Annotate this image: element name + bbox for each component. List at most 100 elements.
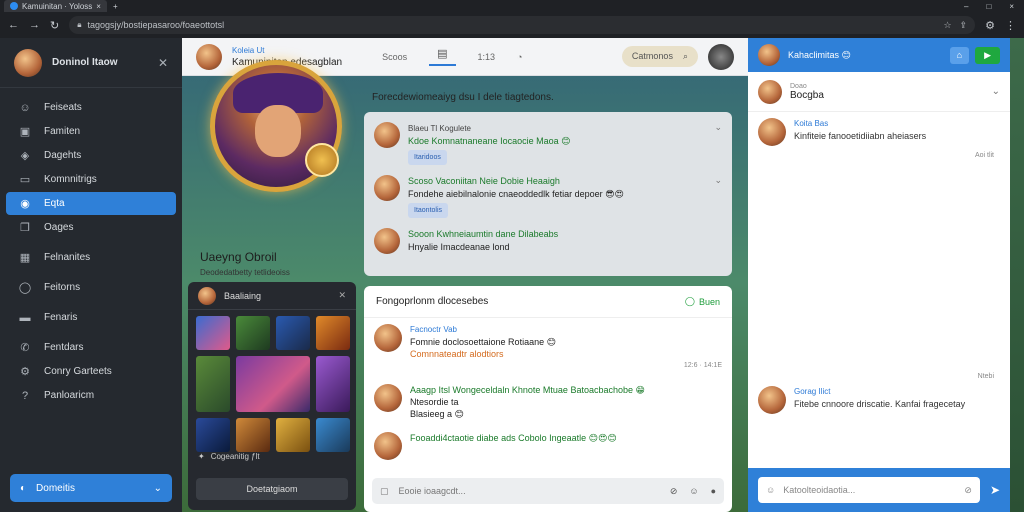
sidebar-item-5[interactable]: ❐ Oages (6, 216, 176, 239)
more-icon[interactable]: ⌄ (714, 175, 722, 222)
chevron-down-icon[interactable]: ⌄ (992, 86, 1000, 97)
sidebar-bottom-button[interactable]: ◐ Domeitis ⌄ (10, 474, 172, 502)
browser-tab[interactable]: Kamuinitan · Yoloss × (4, 0, 107, 12)
right-message-input[interactable]: ☺ Katoolteoidaotia... ⊘ (758, 477, 980, 503)
bookmark-icon[interactable]: ☆ (944, 20, 952, 31)
back-icon[interactable]: ← (8, 19, 19, 31)
sidebar-item-11[interactable]: ? Panloaricm (6, 384, 176, 407)
hero-tile[interactable] (316, 418, 350, 452)
avatar (758, 118, 786, 146)
list-item[interactable]: Scoso Vaconiitan Neie Dobie Heaaigh Fond… (374, 169, 722, 222)
menu-icon[interactable]: ⋮ (1005, 19, 1016, 32)
list-item[interactable]: Facnoctr Vab Fomnie doclosoettaione Roti… (364, 318, 732, 378)
close-icon[interactable]: ✕ (338, 290, 346, 301)
sidebar-item-label: Feitorns (44, 282, 81, 293)
video-icon[interactable]: ▶ (975, 46, 1000, 64)
sidebar-item-label: Fentdars (44, 342, 84, 353)
heroes-footer: ✦ Cogeanitig ƒlt (198, 452, 260, 461)
notification-icon[interactable]: ◔ (517, 52, 522, 62)
message-composer[interactable]: ▢ Eooie ioaagcdt... ⊘ ☺ ● (372, 478, 724, 504)
tab-title: Kamuinitan · Yoloss (22, 1, 93, 11)
heroes-panel: Baaliaing ✕ ✦ Cogeanitig ƒlt Doetatgiaom (188, 282, 356, 510)
hero-tile[interactable] (316, 356, 350, 412)
people-icon: ☺ (19, 101, 31, 114)
chat-action-label: Buen (698, 296, 720, 307)
hero-tile[interactable] (236, 356, 310, 412)
link-icon[interactable]: ⊘ (964, 485, 972, 496)
sidebar-item-9[interactable]: ✆ Fentdars (6, 336, 176, 359)
chat-action[interactable]: ◯ Buen (685, 296, 720, 307)
right-panel-user[interactable]: Doao Bocgba ⌄ (748, 72, 1010, 112)
sidebar-item-label: Felnanites (44, 252, 91, 263)
right-panel-header: Kahaclimitas 😊 ⌂ ▶ (748, 38, 1010, 72)
address-bar[interactable]: 🔒︎ tagogsjy/bostiepasaroo/foaeottotsl ☆ … (69, 16, 976, 34)
forward-icon[interactable]: → (29, 19, 40, 31)
tab-count[interactable]: 1:13 (478, 52, 496, 62)
sidebar-item-8[interactable]: ▬ Fenaris (6, 306, 176, 329)
hero-tile[interactable] (236, 418, 270, 452)
share-icon[interactable]: ⇪ (960, 20, 968, 31)
tab-close-icon[interactable]: × (96, 2, 101, 11)
sidebar-user-name: Doninol Itaow (52, 57, 118, 68)
close-window-icon[interactable]: × (1009, 2, 1014, 11)
sidebar-item-10[interactable]: ⚙ Conry Garteets (6, 360, 176, 383)
list-item[interactable]: Sooon Kwhneiaumtin dane Dilabeabs Hnyali… (374, 222, 722, 275)
search-pill[interactable]: Catmonos ⌕ (621, 46, 698, 67)
nav-bar: ← → ↻ 🔒︎ tagogsjy/bostiepasaroo/foaeotto… (0, 12, 1024, 38)
maximize-icon[interactable]: □ (986, 2, 991, 11)
hero-tile[interactable] (316, 316, 350, 350)
chat-title: Fongoprlonm dlocesebes (376, 296, 489, 307)
avatar[interactable] (758, 44, 780, 66)
sidebar-item-4[interactable]: ◉ Eqta (6, 192, 176, 215)
reload-icon[interactable]: ↻ (50, 19, 59, 32)
avatar (374, 432, 402, 460)
sidebar-item-6[interactable]: ▦ Felnanites (6, 246, 176, 269)
new-tab-icon[interactable]: + (113, 2, 118, 11)
close-icon[interactable]: ✕ (158, 56, 168, 70)
search-pill-label: Catmonos (631, 51, 673, 61)
folder-icon: ▬ (19, 311, 31, 324)
hero-tile[interactable] (196, 356, 230, 412)
list-item[interactable]: Aaagp Itsl Wongeceldaln Khnote Mtuae Bat… (364, 378, 732, 426)
sidebar-item-2[interactable]: ◈ Dagehts (6, 144, 176, 167)
folder-icon[interactable]: ⌂ (949, 46, 970, 64)
scrollbar[interactable] (1010, 38, 1024, 512)
hero-tile[interactable] (196, 316, 230, 350)
avatar (758, 79, 782, 104)
hero-tile[interactable] (276, 418, 310, 452)
extensions-icon[interactable]: ⚙ (985, 19, 995, 32)
link-icon[interactable]: ⊘ (670, 486, 678, 497)
sidebar-nav: ☺ Feiseats ▣ Famiten ◈ Dagehts ▭ Komnnitrigs… (0, 88, 182, 407)
sidebar-item-1[interactable]: ▣ Famiten (6, 120, 176, 143)
list-item[interactable]: Koita Bas Kinfiteie fanooetidiiabn aheia… (748, 112, 1010, 152)
document-icon[interactable]: ▤ (429, 47, 456, 66)
list-item[interactable]: Gorag Ilict Fitebe cnnoore driscatie. Ka… (748, 380, 1010, 420)
sidebar-item-3[interactable]: ▭ Komnnitrigs (6, 168, 176, 191)
chevron-down-icon: ⌄ (153, 482, 162, 494)
sidebar-item-7[interactable]: ◯ Feitorns (6, 276, 176, 299)
avatar[interactable] (14, 48, 42, 77)
hero-grid (196, 316, 350, 452)
attach-icon[interactable]: ▢ (380, 486, 389, 497)
send-icon[interactable]: ● (711, 486, 716, 497)
message-text: Fomnie doclosoettaione Rotiaane 😊 (410, 337, 556, 347)
more-icon[interactable]: ⌄ (714, 122, 722, 169)
hero-tile[interactable] (196, 418, 230, 452)
minimize-icon[interactable]: – (964, 2, 968, 11)
post-chip[interactable]: Itaridoos (408, 150, 447, 165)
list-item[interactable]: Fooaddi4ctaotie diabe ads Cobolo Ingeaat… (364, 426, 732, 466)
list-item[interactable]: Blaeu Tl Kogulete Kdoe Komnatnaneane Ioc… (374, 116, 722, 169)
sidebar-item-0[interactable]: ☺ Feiseats (6, 96, 176, 119)
message-time: Ntebi (977, 373, 994, 380)
hero-tile[interactable] (236, 316, 270, 350)
sidebar-item-label: Dagehts (44, 150, 82, 161)
emoji-icon[interactable]: ☺ (689, 486, 698, 497)
tab-scoos[interactable]: Scoos (382, 52, 407, 62)
heroes-button[interactable]: Doetatgiaom (196, 478, 348, 500)
image-icon: ▣ (19, 126, 31, 138)
post-chip[interactable]: Itaontolis (408, 203, 449, 218)
send-icon[interactable]: ➤ (990, 483, 1000, 497)
emoji-icon[interactable]: ☺ (766, 485, 775, 495)
hero-tile[interactable] (276, 316, 310, 350)
avatar[interactable] (708, 43, 734, 70)
